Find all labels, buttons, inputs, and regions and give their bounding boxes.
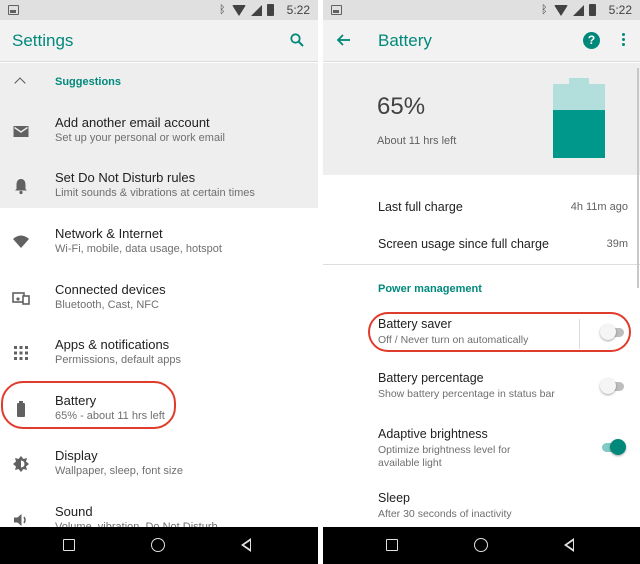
screen-usage-row[interactable]: Screen usage since full charge 39m [323,226,640,263]
pref-subtitle: Off / Never turn on automatically [378,334,529,346]
item-title: Connected devices [55,282,166,297]
settings-item-connected-devices[interactable]: Connected devices Bluetooth, Cast, NFC [0,271,318,326]
battery-level-graphic [553,78,605,158]
app-bar: Settings [0,20,318,62]
battery-screen: ᛒ 5:22 Battery ? 65% About 11 hrs left L… [323,0,640,564]
navigation-bar [0,527,318,564]
item-subtitle: Wallpaper, sleep, font size [55,465,183,477]
pref-title: Battery saver [378,317,452,331]
bell-icon [15,179,27,195]
cell-signal-icon [573,4,584,16]
pref-subtitle: Optimize brightness level for available … [378,444,511,469]
item-subtitle: Wi-Fi, mobile, data usage, hotspot [55,243,222,255]
pref-title: Battery percentage [378,371,484,385]
status-time: 5:22 [608,3,632,17]
settings-item-apps[interactable]: Apps & notifications Permissions, defaul… [0,326,318,381]
row-divider [579,319,580,349]
pref-title: Adaptive brightness [378,427,488,441]
battery-body [553,84,605,158]
battery-summary: 65% About 11 hrs left [323,63,640,175]
scrollbar[interactable] [637,68,639,288]
battery-icon [17,401,25,417]
battery-percent: 65% [377,93,426,120]
battery-estimate: About 11 hrs left [377,135,457,147]
settings-item-network[interactable]: Network & Internet Wi-Fi, mobile, data u… [0,215,318,270]
back-nav-button[interactable] [563,538,574,552]
item-subtitle: 65% - about 11 hrs left [55,410,165,422]
wifi-signal-icon [232,4,246,16]
item-title: Display [55,448,98,463]
image-notification-icon [331,5,342,15]
suggestion-email[interactable]: Add another email account Set up your pe… [0,104,318,159]
adaptive-brightness-row[interactable]: Adaptive brightness Optimize brightness … [323,421,640,475]
battery-fill [553,110,605,158]
item-subtitle: Permissions, default apps [55,354,181,366]
navigation-bar [323,527,640,564]
recents-button[interactable] [63,539,75,551]
bluetooth-icon: ᛒ [541,4,548,16]
search-icon[interactable] [290,33,304,47]
page-title: Settings [12,31,74,50]
suggestion-title: Set Do Not Disturb rules [55,170,196,185]
pref-subtitle: After 30 seconds of inactivity [378,508,512,520]
brightness-icon [13,456,29,472]
pref-subtitle: Show battery percentage in status bar [378,388,555,400]
adaptive-brightness-toggle[interactable] [600,439,626,455]
cell-signal-icon [251,4,262,16]
suggestions-header[interactable]: Suggestions [0,75,318,93]
suggestion-subtitle: Set up your personal or work email [55,132,225,144]
item-subtitle: Bluetooth, Cast, NFC [55,299,159,311]
pref-title: Sleep [378,491,410,505]
status-time: 5:22 [286,3,310,17]
suggestions-label: Suggestions [55,76,122,88]
suggestion-subtitle: Limit sounds & vibrations at certain tim… [55,187,255,199]
status-bar: ᛒ 5:22 [323,0,640,20]
devices-icon [12,292,30,305]
battery-percentage-toggle[interactable] [600,378,626,394]
page-title: Battery [378,31,432,50]
help-icon[interactable]: ? [583,32,600,49]
back-arrow-icon[interactable] [335,31,353,49]
battery-status-icon [589,4,596,16]
apps-grid-icon [14,346,28,360]
info-value: 4h 11m ago [570,201,628,213]
item-title: Network & Internet [55,226,163,241]
item-title: Apps & notifications [55,337,170,352]
battery-saver-row[interactable]: Battery saver Off / Never turn on automa… [323,311,640,365]
chevron-up-icon [14,77,26,89]
info-value: 39m [606,238,628,250]
back-nav-button[interactable] [240,538,251,552]
section-header: Power management [378,283,482,295]
item-title: Sound [55,504,93,519]
battery-status-icon [267,4,274,16]
more-vert-icon[interactable] [622,33,626,48]
status-bar: ᛒ 5:22 [0,0,318,20]
item-title: Battery [55,393,97,408]
settings-screen: ᛒ 5:22 Settings Suggestions Add another … [0,0,318,564]
suggestion-title: Add another email account [55,115,210,130]
email-icon [13,126,29,137]
section-divider [323,264,640,265]
wifi-icon [13,235,29,248]
recents-button[interactable] [386,539,398,551]
suggestion-dnd[interactable]: Set Do Not Disturb rules Limit sounds & … [0,159,318,214]
home-button[interactable] [474,538,488,552]
settings-item-battery[interactable]: Battery 65% - about 11 hrs left [0,382,318,437]
info-label: Screen usage since full charge [378,237,549,251]
battery-saver-toggle[interactable] [600,324,626,340]
bluetooth-icon: ᛒ [219,4,226,16]
wifi-signal-icon [554,4,568,16]
settings-item-display[interactable]: Display Wallpaper, sleep, font size [0,437,318,492]
app-bar: Battery ? [323,20,640,62]
battery-percentage-row[interactable]: Battery percentage Show battery percenta… [323,365,640,419]
home-button[interactable] [151,538,165,552]
last-full-charge-row[interactable]: Last full charge 4h 11m ago [323,189,640,226]
image-notification-icon [8,5,19,15]
info-label: Last full charge [378,200,463,214]
